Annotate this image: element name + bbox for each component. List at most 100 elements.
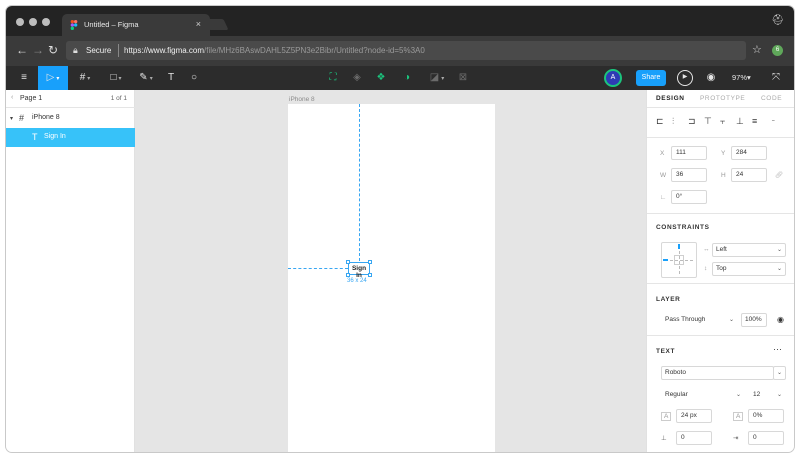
flatten-icon[interactable]: ⊠ bbox=[454, 66, 472, 90]
height-input[interactable]: 24 bbox=[731, 168, 767, 182]
font-style-select[interactable]: Regular ⌄ bbox=[661, 388, 745, 402]
comment-icon: ○ bbox=[190, 72, 198, 83]
constraints-section: CONSTRAINTS ↔ Left ⌄ ↕ Top ⌄ bbox=[647, 214, 794, 284]
text-title: TEXT bbox=[656, 348, 676, 355]
main-menu-icon[interactable]: ≡ bbox=[10, 66, 38, 90]
x-label: X bbox=[660, 150, 665, 157]
secure-label: Secure bbox=[86, 46, 112, 55]
fullscreen-icon[interactable]: ⤧ bbox=[766, 66, 786, 90]
bookmark-star-icon[interactable]: ☆ bbox=[752, 43, 762, 56]
browser-window: Untitled – Figma × ⛑ ← → ↻ 🔒︎ Secure htt… bbox=[6, 6, 794, 452]
close-window-button[interactable] bbox=[16, 18, 24, 26]
line-height-input[interactable]: 24 px bbox=[676, 409, 712, 423]
align-bottom-icon[interactable]: ⊥ bbox=[736, 116, 744, 127]
present-play-icon[interactable]: ▶ bbox=[677, 70, 693, 86]
y-input[interactable]: 284 bbox=[731, 146, 767, 160]
blend-mode-select[interactable]: Pass Through ⌄ bbox=[661, 313, 738, 327]
distribute-icon[interactable]: ≡ bbox=[752, 116, 757, 126]
tab-code[interactable]: CODE bbox=[761, 95, 782, 102]
align-center-h-icon[interactable]: ⫶ bbox=[672, 116, 674, 127]
line-height-icon: A bbox=[661, 412, 672, 421]
tidy-up-icon[interactable]: ⁃ bbox=[771, 116, 776, 127]
letter-spacing-input[interactable]: 0% bbox=[748, 409, 784, 423]
chevron-down-icon: ⌄ bbox=[776, 266, 782, 272]
constraints-title: CONSTRAINTS bbox=[656, 224, 710, 231]
create-component-icon[interactable]: ⛶ bbox=[324, 66, 342, 90]
text-tool-button[interactable]: T bbox=[161, 66, 181, 90]
zoom-dropdown[interactable]: 97%▾ bbox=[732, 66, 751, 90]
paragraph-indent-input[interactable]: 0 bbox=[748, 431, 784, 445]
shape-tool-button[interactable]: □ ▾ bbox=[102, 66, 130, 90]
component-instance-icon[interactable]: ◈ bbox=[348, 66, 366, 90]
selection-size-label: 36 x 24 bbox=[347, 278, 367, 284]
move-tool-button[interactable]: ▷ ▾ bbox=[38, 66, 68, 90]
boolean-groups-icon[interactable]: ◪ ▾ bbox=[424, 66, 450, 90]
frame-tool-button[interactable]: # ▾ bbox=[70, 66, 100, 90]
paragraph-spacing-icon: ⊥ bbox=[661, 435, 667, 442]
constraint-h-value: Left bbox=[716, 246, 727, 253]
layer-section: LAYER Pass Through ⌄ 100% ◉ bbox=[647, 284, 794, 336]
rotation-icon: ∟ bbox=[660, 194, 667, 201]
browser-tab[interactable]: Untitled – Figma × bbox=[62, 14, 210, 36]
comment-tool-button[interactable]: ○ bbox=[184, 66, 204, 90]
pen-tool-button[interactable]: ✎ ▾ bbox=[132, 66, 160, 90]
visibility-eye-icon[interactable]: ◉ bbox=[777, 315, 784, 324]
resize-handle-tr[interactable] bbox=[368, 260, 372, 264]
x-input[interactable]: 111 bbox=[671, 146, 707, 160]
paragraph-spacing-input[interactable]: 0 bbox=[676, 431, 712, 445]
align-center-v-icon[interactable]: ⫟ bbox=[720, 116, 725, 127]
horizontal-constraint-icon: ↔ bbox=[703, 246, 710, 253]
tab-prototype[interactable]: PROTOTYPE bbox=[700, 95, 745, 102]
extension-badge[interactable]: 6 bbox=[772, 45, 783, 56]
page-selector[interactable]: ‹ Page 1 1 of 1 bbox=[6, 90, 135, 108]
align-right-icon[interactable]: ⊐ bbox=[688, 116, 696, 127]
expand-caret-icon[interactable]: ▾ bbox=[10, 115, 13, 122]
reload-icon[interactable]: ↻ bbox=[48, 43, 58, 57]
align-top-icon[interactable]: ⊤ bbox=[704, 116, 712, 127]
mask-icon[interactable]: ◑ bbox=[398, 66, 416, 90]
width-input[interactable]: 36 bbox=[671, 168, 707, 182]
back-icon[interactable]: ← bbox=[16, 43, 28, 57]
maximize-window-button[interactable] bbox=[42, 18, 50, 26]
font-family-select[interactable]: Roboto bbox=[661, 366, 774, 380]
constraint-widget[interactable] bbox=[661, 242, 697, 278]
resize-handle-bl[interactable] bbox=[346, 273, 350, 277]
vertical-constraint-select[interactable]: Top ⌄ bbox=[712, 262, 786, 276]
forward-icon[interactable]: → bbox=[32, 43, 44, 57]
tab-design[interactable]: DESIGN bbox=[656, 95, 685, 102]
more-options-icon[interactable]: ··· bbox=[773, 344, 782, 354]
constraint-v-value: Top bbox=[716, 265, 727, 272]
opacity-input[interactable]: 100% bbox=[741, 313, 767, 327]
layer-row-sign-in[interactable]: T Sign In bbox=[6, 128, 135, 147]
minimize-window-button[interactable] bbox=[29, 18, 37, 26]
close-tab-icon[interactable]: × bbox=[196, 19, 201, 29]
new-tab-button[interactable] bbox=[203, 19, 229, 30]
avatar[interactable]: A bbox=[604, 69, 622, 87]
horizontal-distance-guide bbox=[288, 268, 348, 269]
layer-row-iphone8[interactable]: ▾ # iPhone 8 bbox=[6, 109, 135, 128]
rotation-input[interactable]: 0° bbox=[671, 190, 707, 204]
resize-handle-br[interactable] bbox=[368, 273, 372, 277]
horizontal-constraint-select[interactable]: Left ⌄ bbox=[712, 243, 786, 257]
move-icon: ▷ bbox=[46, 72, 55, 83]
share-button[interactable]: Share bbox=[636, 70, 666, 86]
resize-handle-tl[interactable] bbox=[346, 260, 350, 264]
frame-layer-icon: # bbox=[19, 113, 25, 123]
view-eye-icon[interactable]: ◉ bbox=[702, 66, 720, 90]
url-bar[interactable]: 🔒︎ Secure https://www.figma.com/file/MHz… bbox=[66, 41, 746, 60]
browser-tab-title: Untitled – Figma bbox=[84, 20, 139, 29]
url-path: /file/MHz6BAswDAHL5Z5PN3e2Bibr/Untitled?… bbox=[204, 46, 425, 55]
alignment-tools: ⊏ ⫶ ⊐ ⊤ ⫟ ⊥ ≡ ⁃ bbox=[647, 108, 794, 138]
canvas[interactable]: iPhone 8 Sign In 36 x 24 bbox=[135, 90, 646, 452]
constrain-proportions-icon[interactable]: 🔗︎ bbox=[775, 171, 783, 179]
incognito-icon: ⛑ bbox=[771, 15, 784, 26]
iphone8-frame[interactable]: Sign In 36 x 24 bbox=[288, 104, 495, 452]
selected-text-layer[interactable]: Sign In bbox=[346, 260, 372, 279]
components-icon[interactable]: ❖ bbox=[372, 66, 390, 90]
vertical-constraint-icon: ↕ bbox=[704, 265, 708, 272]
font-family-dropdown[interactable]: ⌄ bbox=[773, 366, 786, 380]
font-size-select[interactable]: 12 ⌄ bbox=[749, 388, 786, 402]
font-family-value: Roboto bbox=[665, 369, 686, 376]
align-left-icon[interactable]: ⊏ bbox=[656, 116, 664, 127]
frame-label[interactable]: iPhone 8 bbox=[289, 96, 315, 103]
